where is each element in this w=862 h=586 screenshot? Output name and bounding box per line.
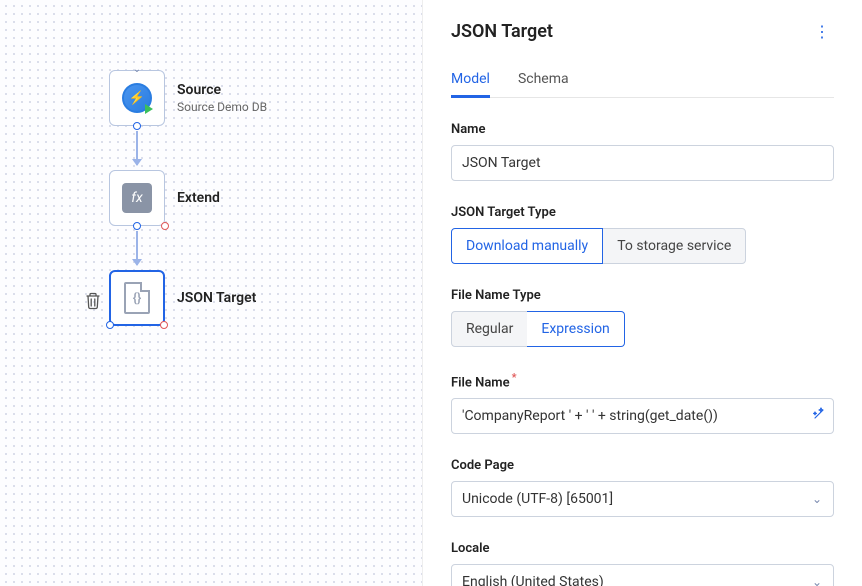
fx-icon: fx xyxy=(122,183,152,213)
node-source-title: Source xyxy=(177,82,267,98)
option-regular[interactable]: Regular xyxy=(451,311,528,347)
wand-icon xyxy=(812,407,826,421)
option-download-manually[interactable]: Download manually xyxy=(451,228,603,264)
panel-tabs: Model Schema xyxy=(451,63,834,98)
select-code-page[interactable] xyxy=(451,481,834,517)
node-extend-title: Extend xyxy=(177,190,220,206)
panel-title: JSON Target xyxy=(451,21,553,42)
expression-builder-button[interactable] xyxy=(812,407,826,425)
delete-node-button[interactable] xyxy=(85,292,101,314)
label-name: Name xyxy=(451,122,834,137)
json-file-icon: {} xyxy=(124,282,150,314)
input-name[interactable] xyxy=(451,145,834,181)
label-locale: Locale xyxy=(451,541,834,556)
trash-icon xyxy=(85,292,101,310)
option-to-storage-service[interactable]: To storage service xyxy=(602,228,746,264)
node-extend[interactable]: fx Extend xyxy=(109,170,220,226)
tab-model[interactable]: Model xyxy=(451,63,490,97)
select-locale[interactable] xyxy=(451,564,834,586)
node-extend-box[interactable]: fx xyxy=(109,170,165,226)
label-code-page: Code Page xyxy=(451,458,834,473)
field-file-name: File Name* xyxy=(451,371,834,434)
field-name: Name xyxy=(451,122,834,181)
node-json-target-box[interactable]: {} xyxy=(109,270,165,326)
source-icon xyxy=(122,83,152,113)
label-file-name: File Name* xyxy=(451,371,834,390)
label-target-type: JSON Target Type xyxy=(451,205,834,220)
node-json-target[interactable]: {} JSON Target xyxy=(109,270,256,326)
node-source-box[interactable]: ⌄ xyxy=(109,70,165,126)
node-source-subtitle: Source Demo DB xyxy=(177,100,267,114)
properties-panel: JSON Target ⋮ Model Schema Name JSON Tar… xyxy=(422,0,862,586)
port-bottom[interactable] xyxy=(133,222,141,230)
flow-canvas[interactable]: ⌄ Source Source Demo DB fx Extend {} JSO… xyxy=(0,0,422,586)
node-json-target-labels: JSON Target xyxy=(177,290,256,306)
port-left[interactable] xyxy=(106,321,114,329)
input-file-name[interactable] xyxy=(451,398,834,434)
node-source-labels: Source Source Demo DB xyxy=(177,82,267,114)
field-file-name-type: File Name Type Regular Expression xyxy=(451,288,834,347)
field-code-page: Code Page ⌄ xyxy=(451,458,834,517)
field-locale: Locale ⌄ xyxy=(451,541,834,586)
label-file-name-type: File Name Type xyxy=(451,288,834,303)
panel-menu-button[interactable]: ⋮ xyxy=(810,18,834,45)
required-indicator: * xyxy=(512,371,517,384)
edge-source-extend xyxy=(136,131,138,165)
port-bottom[interactable] xyxy=(133,122,141,130)
field-target-type: JSON Target Type Download manually To st… xyxy=(451,205,834,264)
node-source[interactable]: ⌄ Source Source Demo DB xyxy=(109,70,267,126)
tab-schema[interactable]: Schema xyxy=(518,63,569,97)
option-expression[interactable]: Expression xyxy=(527,311,624,347)
node-json-target-title: JSON Target xyxy=(177,290,256,306)
port-error[interactable] xyxy=(161,222,169,230)
edge-extend-json xyxy=(136,231,138,265)
port-error[interactable] xyxy=(160,321,168,329)
node-extend-labels: Extend xyxy=(177,190,220,206)
